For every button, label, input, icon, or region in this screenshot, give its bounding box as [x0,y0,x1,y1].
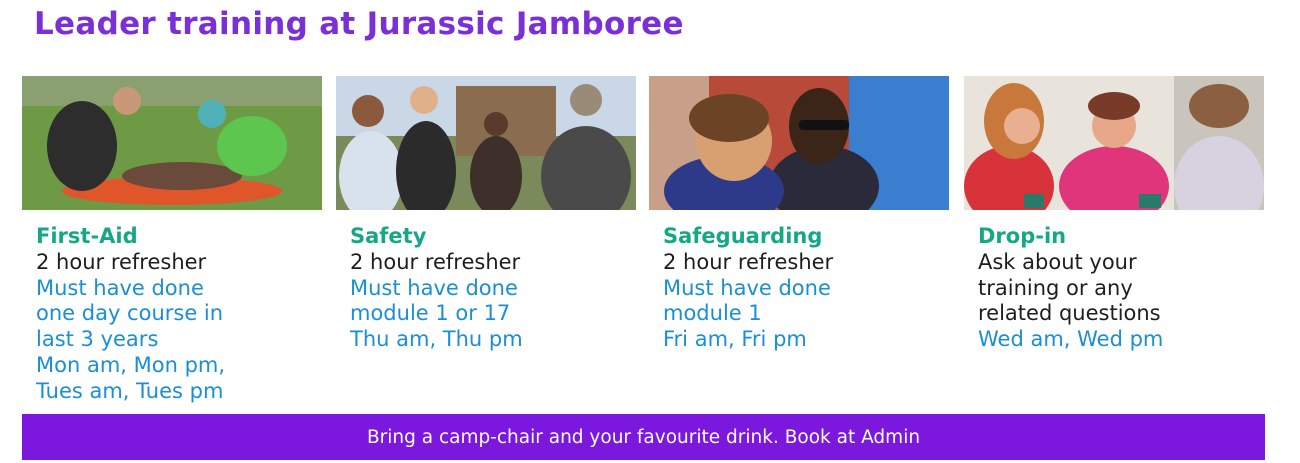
card-times: Thu am, Thu pm [350,327,523,352]
safeguarding-photo [649,76,949,210]
card-times: Tues am, Tues pm [36,378,224,403]
card-prerequisite: module 1 or 17 [350,301,511,326]
card-description: related questions [978,301,1161,326]
card-duration: 2 hour refresher [36,250,207,274]
card-duration: 2 hour refresher [350,250,521,274]
training-card-safety: Safety 2 hour refresher Must have done m… [336,76,636,353]
card-prerequisite: Must have done [36,275,204,300]
training-card-drop-in: Drop-in Ask about your training or any r… [964,76,1264,353]
card-description: Ask about your [978,250,1137,274]
card-heading: Safety [350,224,427,248]
training-card-first-aid: First-Aid 2 hour refresher Must have don… [22,76,322,404]
first-aid-photo [22,76,322,210]
card-heading: Safeguarding [663,224,823,248]
info-banner: Bring a camp-chair and your favourite dr… [22,414,1265,460]
card-prerequisite: module 1 [663,301,762,326]
card-heading: First-Aid [36,224,138,248]
card-times: Fri am, Fri pm [663,327,807,352]
card-duration: 2 hour refresher [663,250,834,274]
page-title: Leader training at Jurassic Jamboree [34,6,684,42]
card-prerequisite: Must have done [350,275,518,300]
card-heading: Drop-in [978,224,1067,248]
card-prerequisite: Must have done [663,275,831,300]
card-prerequisite: one day course in [36,301,224,326]
card-times: Mon am, Mon pm, [36,352,226,377]
safety-photo [336,76,636,210]
drop-in-photo [964,76,1264,210]
card-times: Wed am, Wed pm [978,327,1164,352]
card-description: training or any [978,275,1133,300]
card-prerequisite: last 3 years [36,327,159,352]
training-card-safeguarding: Safeguarding 2 hour refresher Must have … [649,76,949,353]
